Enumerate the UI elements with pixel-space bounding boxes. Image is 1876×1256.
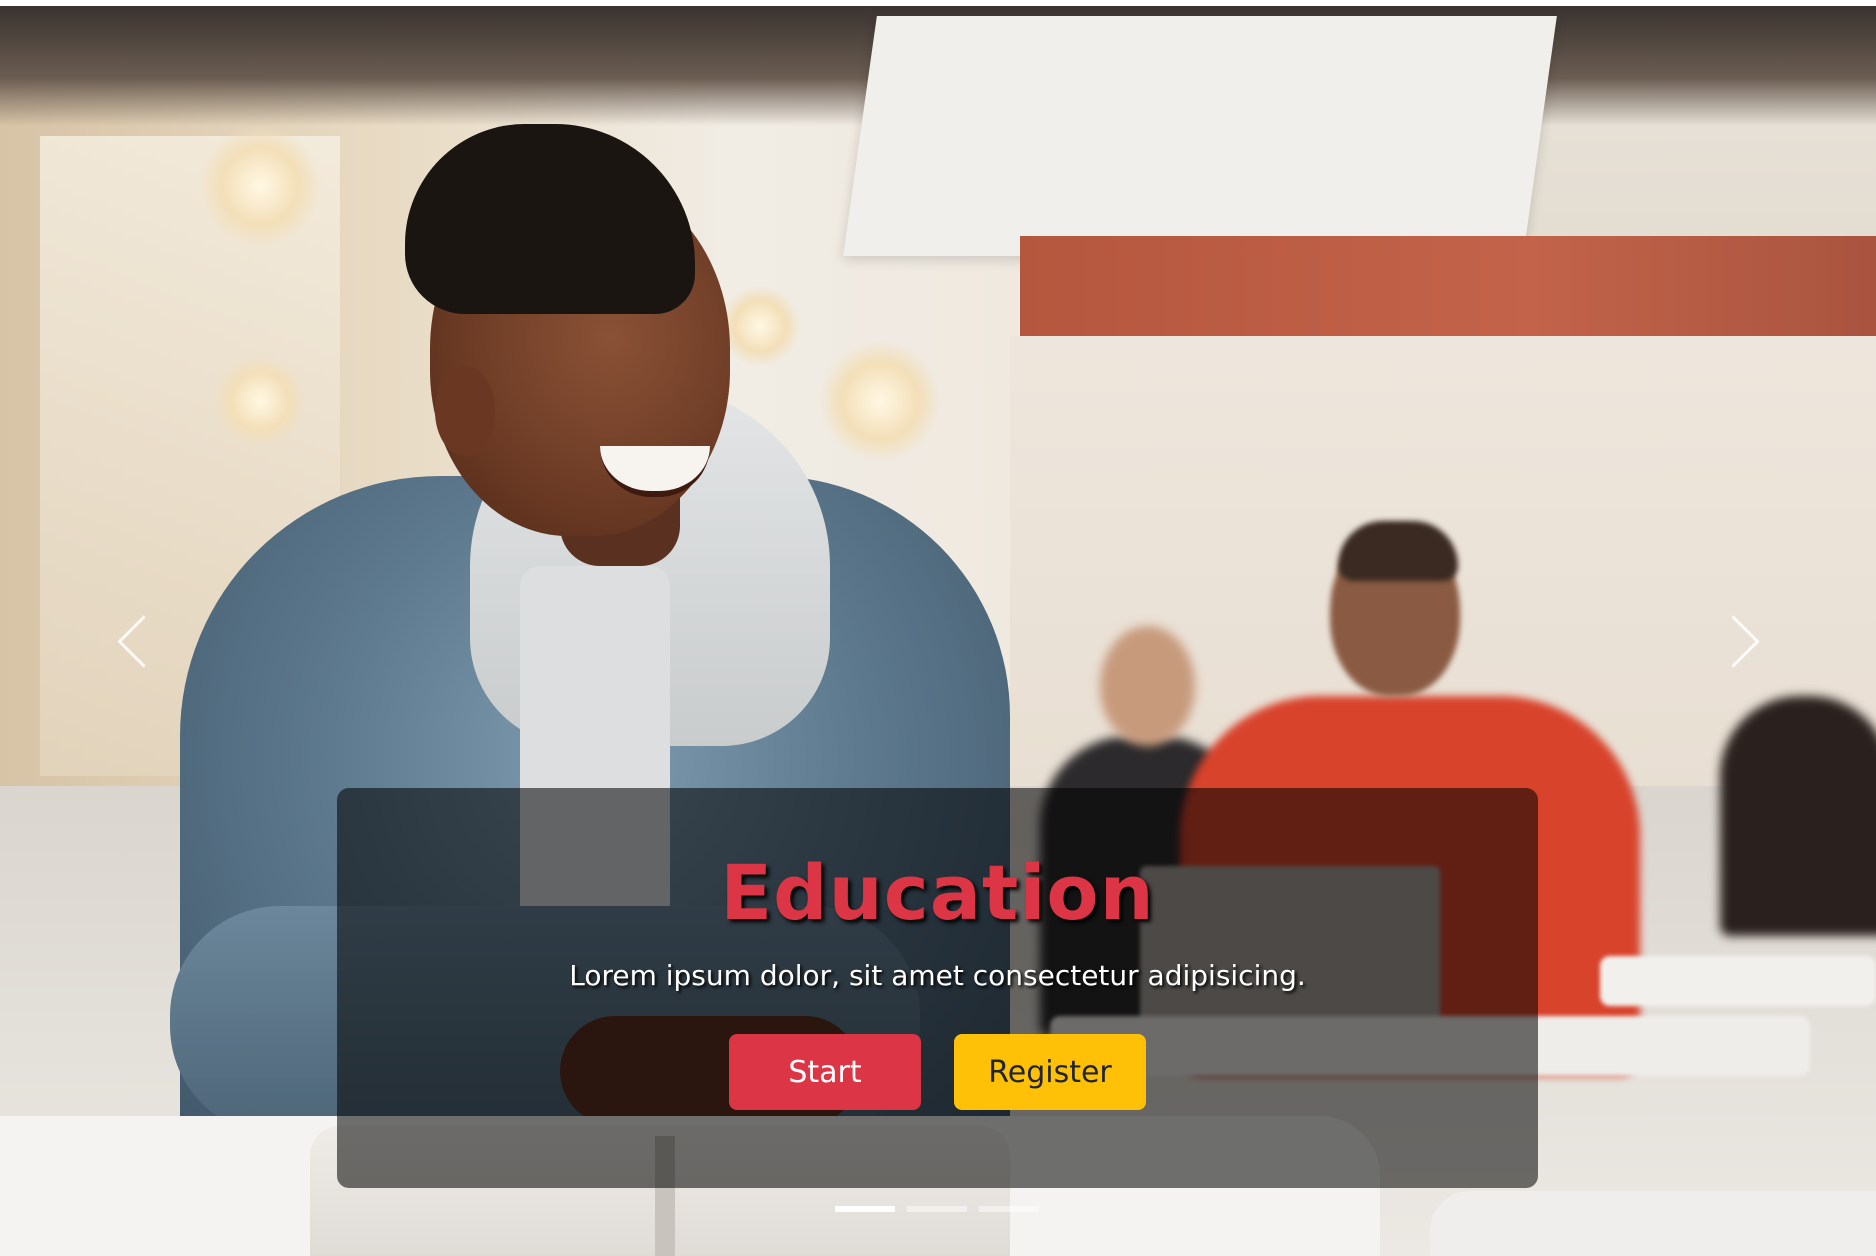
start-button[interactable]: Start bbox=[729, 1034, 921, 1110]
hero-title: Education bbox=[720, 848, 1155, 937]
carousel-prev-button[interactable] bbox=[96, 596, 176, 686]
hero-subtitle: Lorem ipsum dolor, sit amet consectetur … bbox=[569, 959, 1306, 992]
chevron-right-icon bbox=[1706, 614, 1760, 668]
register-button[interactable]: Register bbox=[954, 1034, 1146, 1110]
carousel-next-button[interactable] bbox=[1700, 596, 1780, 686]
hero-carousel: Education Lorem ipsum dolor, sit amet co… bbox=[0, 6, 1876, 1256]
chevron-left-icon bbox=[116, 614, 170, 668]
hero-caption: Education Lorem ipsum dolor, sit amet co… bbox=[337, 788, 1538, 1188]
carousel-indicator-2[interactable] bbox=[907, 1206, 967, 1212]
carousel-indicators bbox=[835, 1206, 1039, 1212]
carousel-indicator-3[interactable] bbox=[979, 1206, 1039, 1212]
carousel-indicator-1[interactable] bbox=[835, 1206, 895, 1212]
